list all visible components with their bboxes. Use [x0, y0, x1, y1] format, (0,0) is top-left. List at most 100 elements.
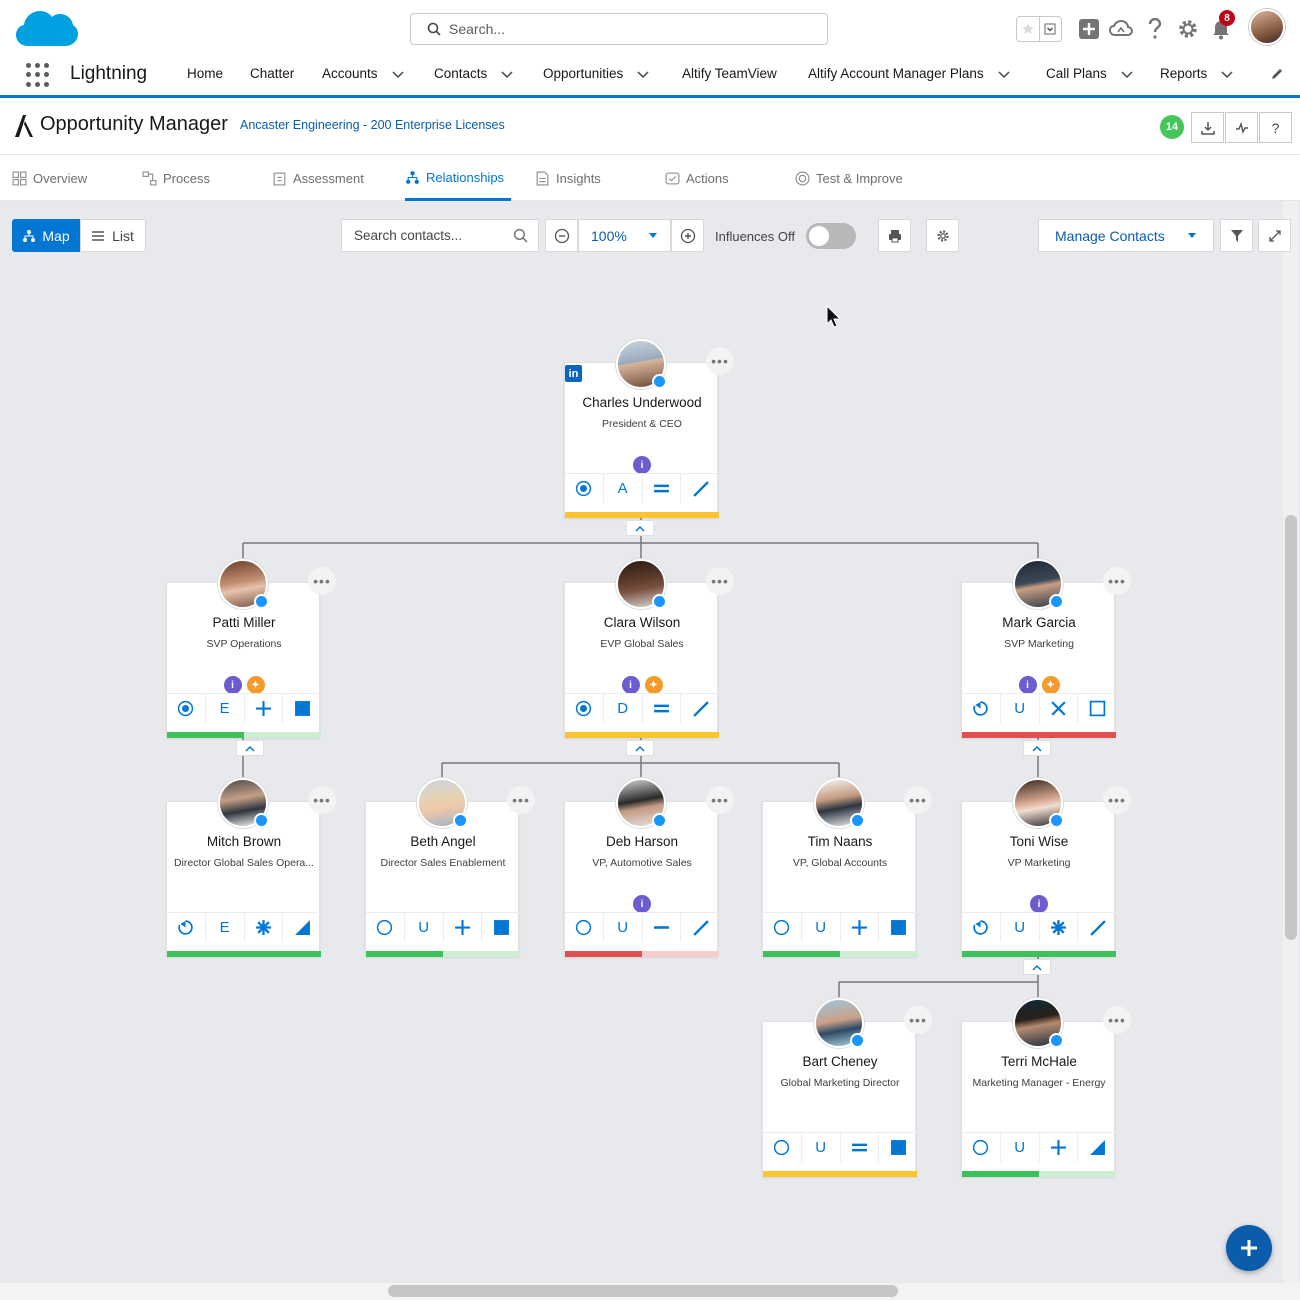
letter-u-icon[interactable]: U: [999, 1133, 1039, 1162]
horizontal-scrollbar[interactable]: [388, 1285, 898, 1297]
contact-card-mitch[interactable]: ••• Mitch Brown Director Global Sales Oper…: [166, 778, 336, 957]
nav-item-contacts[interactable]: Contacts: [434, 66, 513, 81]
letter-e-icon[interactable]: E: [204, 913, 244, 942]
zoom-out-button[interactable]: [545, 219, 578, 252]
plus-icon[interactable]: [243, 694, 283, 723]
more-actions-button[interactable]: •••: [507, 786, 535, 814]
fullscreen-button[interactable]: [1258, 219, 1291, 252]
count-badge[interactable]: 14: [1160, 115, 1184, 139]
circle-icon[interactable]: [763, 913, 801, 942]
tab-process[interactable]: Process: [142, 156, 212, 201]
manage-contacts-button[interactable]: Manage Contacts: [1038, 219, 1214, 252]
star-icon[interactable]: [1038, 913, 1078, 942]
square-icon[interactable]: [878, 1133, 917, 1162]
contact-name[interactable]: Mark Garcia: [962, 615, 1116, 630]
more-actions-button[interactable]: •••: [904, 786, 932, 814]
chevron-down-icon[interactable]: [1221, 68, 1233, 80]
contact-name[interactable]: Terri McHale: [962, 1054, 1116, 1069]
contact-card-toni[interactable]: ••• Toni Wise VP Marketing i U: [961, 778, 1131, 957]
contact-card-bart[interactable]: ••• Bart Cheney Global Marketing Director U: [762, 998, 932, 1177]
influence-power-icon[interactable]: i: [621, 676, 640, 694]
slash-icon[interactable]: [680, 474, 719, 503]
letter-u-icon[interactable]: U: [602, 913, 642, 942]
help-button[interactable]: ?: [1259, 112, 1292, 143]
plus-icon[interactable]: [442, 913, 482, 942]
collapse-caret-button[interactable]: [236, 740, 264, 756]
filter-button[interactable]: [1220, 219, 1253, 252]
edit-nav-pencil-icon[interactable]: [1270, 67, 1284, 81]
influence-power-icon[interactable]: i: [633, 895, 651, 913]
contact-name[interactable]: Patti Miller: [167, 615, 321, 630]
contact-card-clara[interactable]: ••• Clara Wilson EVP Global Sales i ✦ D: [564, 559, 734, 738]
contact-card-deb[interactable]: ••• Deb Harson VP, Automotive Sales i U: [564, 778, 734, 957]
letter-u-icon[interactable]: U: [999, 694, 1039, 723]
nav-item-accounts[interactable]: Accounts: [322, 66, 404, 81]
contact-card-tim[interactable]: ••• Tim Naans VP, Global Accounts U: [762, 778, 932, 957]
equals-icon[interactable]: [641, 694, 681, 723]
influence-sun-icon[interactable]: ✦: [246, 676, 265, 694]
linkedin-icon[interactable]: in: [565, 365, 582, 382]
circle-icon[interactable]: [366, 913, 404, 942]
opportunity-link[interactable]: Ancaster Engineering - 200 Enterprise Li…: [240, 118, 505, 132]
contact-name[interactable]: Clara Wilson: [565, 615, 719, 630]
salesforce-cloud-logo[interactable]: [14, 6, 78, 50]
contact-search-input[interactable]: Search contacts...: [341, 219, 539, 252]
influence-power-icon[interactable]: i: [223, 676, 242, 694]
contact-name[interactable]: Charles Underwood: [565, 395, 719, 410]
tab-test-improve[interactable]: Test & Improve: [795, 156, 910, 201]
tab-actions[interactable]: Actions: [665, 156, 735, 201]
list-view-button[interactable]: List: [80, 219, 146, 252]
collapse-caret-button[interactable]: [1023, 959, 1051, 975]
tab-assessment[interactable]: Assessment: [272, 156, 364, 201]
circle-icon[interactable]: [763, 1133, 801, 1162]
slash-icon[interactable]: [1077, 913, 1116, 942]
zoom-in-button[interactable]: [671, 219, 704, 252]
influence-sun-icon[interactable]: ✦: [1041, 676, 1060, 694]
target-icon[interactable]: [565, 694, 603, 723]
setup-gear-icon[interactable]: [1173, 14, 1203, 44]
more-actions-button[interactable]: •••: [904, 1006, 932, 1034]
collapse-caret-button[interactable]: [626, 740, 654, 756]
minus-icon[interactable]: [641, 913, 681, 942]
contact-name[interactable]: Deb Harson: [565, 834, 719, 849]
global-actions-icon[interactable]: [1074, 14, 1104, 44]
letter-u-icon[interactable]: U: [800, 913, 840, 942]
influence-power-icon[interactable]: i: [1018, 676, 1037, 694]
influence-power-icon[interactable]: i: [1030, 895, 1048, 913]
refresh-icon[interactable]: [962, 913, 1000, 942]
square-icon[interactable]: [878, 913, 917, 942]
nav-item-reports[interactable]: Reports: [1160, 66, 1233, 81]
nav-item-altify-account-manager-plans[interactable]: Altify Account Manager Plans: [808, 66, 1010, 81]
contact-card-patti[interactable]: ••• Patti Miller SVP Operations i ✦ E: [166, 559, 336, 738]
print-button[interactable]: [878, 219, 911, 252]
chevron-down-icon[interactable]: [392, 68, 404, 80]
contact-name[interactable]: Mitch Brown: [167, 834, 321, 849]
app-launcher-icon[interactable]: [26, 63, 50, 87]
x-icon[interactable]: [1038, 694, 1078, 723]
nav-item-call-plans[interactable]: Call Plans: [1046, 66, 1133, 81]
equals-icon[interactable]: [641, 474, 681, 503]
map-settings-button[interactable]: [926, 219, 959, 252]
triangle-icon[interactable]: [282, 913, 321, 942]
contact-name[interactable]: Toni Wise: [962, 834, 1116, 849]
tab-overview[interactable]: Overview: [12, 156, 90, 201]
more-actions-button[interactable]: •••: [308, 786, 336, 814]
collapse-caret-button[interactable]: [626, 520, 654, 536]
contact-card-mark[interactable]: ••• Mark Garcia SVP Marketing i ✦ U: [961, 559, 1131, 738]
letter-u-icon[interactable]: U: [999, 913, 1039, 942]
chevron-down-icon[interactable]: [501, 68, 513, 80]
influence-power-icon[interactable]: i: [633, 456, 651, 474]
refresh-icon[interactable]: [167, 913, 205, 942]
collapse-caret-button[interactable]: [1023, 740, 1051, 756]
more-actions-button[interactable]: •••: [1103, 786, 1131, 814]
plus-icon[interactable]: [1038, 1133, 1078, 1162]
target-icon[interactable]: [167, 694, 205, 723]
more-actions-button[interactable]: •••: [706, 786, 734, 814]
more-actions-button[interactable]: •••: [706, 347, 734, 375]
more-actions-button[interactable]: •••: [1103, 567, 1131, 595]
letter-u-icon[interactable]: U: [800, 1133, 840, 1162]
help-icon[interactable]: [1140, 14, 1170, 44]
chevron-down-icon[interactable]: [637, 68, 649, 80]
contact-card-beth[interactable]: ••• Beth Angel Director Sales Enablement U: [365, 778, 535, 957]
slash-icon[interactable]: [680, 913, 719, 942]
